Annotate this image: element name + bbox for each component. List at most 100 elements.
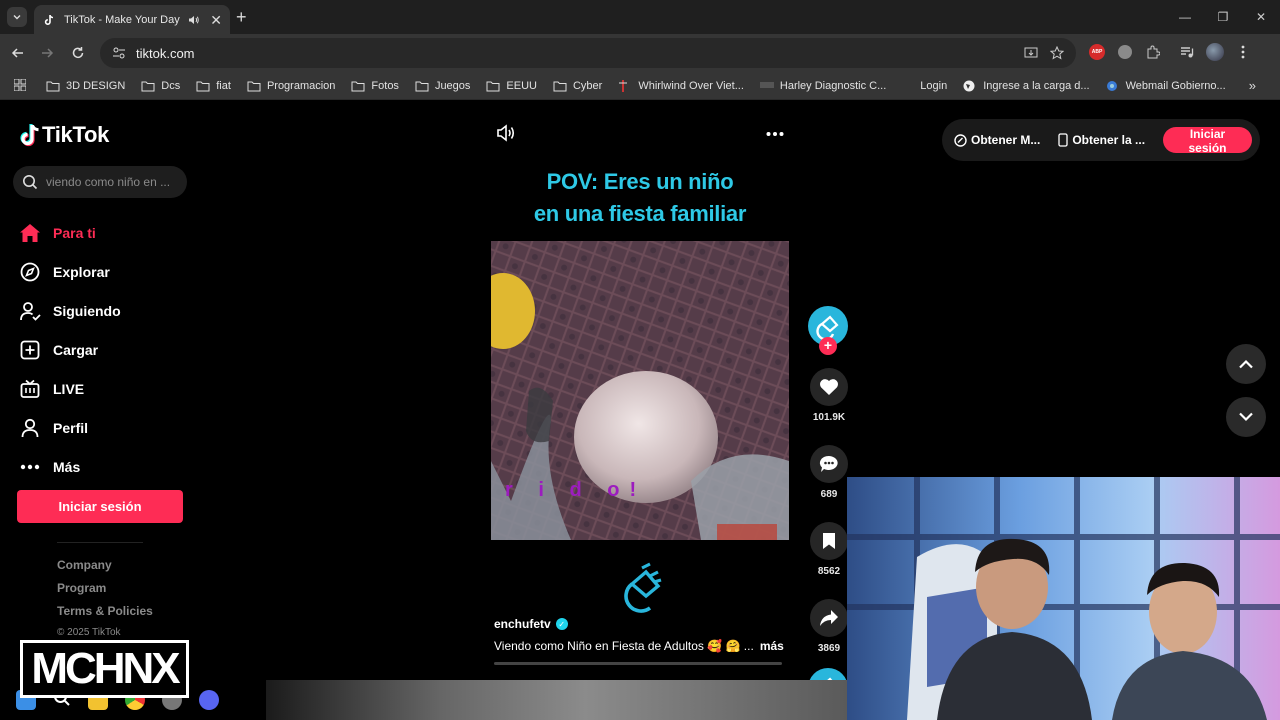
adblock-extension-icon[interactable]: ABP (1088, 43, 1106, 61)
video-player[interactable]: POV: Eres un niño en una fiesta familiar (490, 100, 790, 670)
sidebar-item-cargar[interactable]: Cargar (18, 330, 188, 369)
tab-close-icon[interactable]: ✕ (210, 13, 222, 27)
sidebar-item-mas[interactable]: Más (18, 447, 188, 486)
get-app-button[interactable]: Obtener la ... (1058, 133, 1145, 147)
share-action[interactable]: 3869 (808, 599, 850, 654)
video-options-icon[interactable] (766, 124, 784, 147)
footer-copyright: © 2025 TikTok (57, 627, 121, 638)
bookmark-link[interactable]: Webmail Gobierno... (1106, 80, 1226, 92)
bookmark-link[interactable]: Ingrese a la carga d... (963, 80, 1090, 92)
sidebar-item-siguiendo[interactable]: Siguiendo (18, 291, 188, 330)
address-bar[interactable]: tiktok.com (100, 38, 1076, 68)
bookmark-star-icon[interactable] (1049, 45, 1065, 65)
bookmark-folder[interactable]: fiat (196, 80, 231, 92)
footer-link-program[interactable]: Program (57, 581, 153, 604)
browser-menu-icon[interactable] (1234, 43, 1252, 61)
sidebar-item-para-ti[interactable]: Para ti (18, 213, 188, 252)
blurred-background (266, 680, 847, 720)
previous-video-button[interactable] (1226, 344, 1266, 384)
compass-icon (18, 260, 42, 284)
chevron-down-icon (1239, 412, 1253, 422)
sidebar-footer: Company Program Terms & Policies © 2025 … (57, 558, 153, 638)
next-video-button[interactable] (1226, 397, 1266, 437)
heart-icon (810, 368, 848, 406)
new-tab-button[interactable]: + (236, 8, 247, 26)
top-right-bar: Obtener M... Obtener la ... Iniciar sesi… (942, 119, 1260, 161)
bookmark-favicon-icon (1106, 80, 1120, 92)
creator-name[interactable]: enchufetv ✓ (494, 617, 568, 631)
search-box[interactable] (13, 166, 187, 198)
bookmark-folder[interactable]: 3D DESIGN (46, 80, 125, 92)
restore-button[interactable]: ❐ (1204, 0, 1242, 34)
like-action[interactable]: 101.9K (808, 368, 850, 423)
video-description: Viendo como Niño en Fiesta de Adultos 🥰 … (494, 639, 784, 653)
chevron-up-icon (1239, 359, 1253, 369)
media-controls-icon[interactable] (1178, 43, 1196, 61)
profile-avatar[interactable] (1206, 43, 1224, 61)
bookmark-link[interactable]: Whirlwind Over Viet... (618, 79, 744, 92)
browser-tab[interactable]: TikTok - Make Your Day ✕ (34, 5, 230, 34)
volume-icon[interactable] (496, 124, 516, 147)
bookmark-folder[interactable]: Juegos (415, 80, 470, 92)
tiktok-note-icon (20, 124, 39, 147)
folder-icon (46, 80, 60, 92)
search-input[interactable] (46, 175, 176, 189)
comment-action[interactable]: 689 (808, 445, 850, 500)
back-button[interactable] (8, 43, 28, 63)
stream-watermark-logo: MCHNX (20, 640, 189, 698)
sidebar-item-perfil[interactable]: Perfil (18, 408, 188, 447)
globe-icon (963, 80, 977, 92)
forward-button[interactable] (37, 43, 57, 63)
folder-icon (196, 80, 210, 92)
bookmark-folder[interactable]: Cyber (553, 80, 602, 92)
window-controls: — ❐ ✕ (1166, 0, 1280, 34)
footer-link-terms[interactable]: Terms & Policies (57, 604, 153, 627)
get-coins-button[interactable]: Obtener M... (954, 133, 1040, 147)
bookmark-favicon-icon (759, 80, 774, 92)
footer-divider (57, 542, 143, 543)
tiktok-logo[interactable]: TikTok (20, 122, 109, 148)
more-link[interactable]: más (760, 639, 784, 653)
sidebar-login-button[interactable]: Iniciar sesión (17, 490, 183, 523)
video-progress-bar[interactable] (494, 662, 782, 665)
folder-icon (415, 80, 429, 92)
site-settings-icon[interactable] (112, 46, 126, 60)
video-frame[interactable]: r i d o! (491, 241, 789, 540)
extension-icon[interactable] (1116, 43, 1134, 61)
footer-link-company[interactable]: Company (57, 558, 153, 581)
folder-icon (553, 80, 567, 92)
bookmark-folder[interactable]: Programacion (247, 80, 335, 92)
bookmark-link[interactable]: Login (920, 80, 947, 92)
sidebar-item-live[interactable]: LIVE (18, 369, 188, 408)
creator-avatar[interactable]: + (808, 306, 848, 355)
phone-icon (1058, 133, 1068, 147)
webcam-image (847, 477, 1280, 720)
arrow-right-icon (42, 48, 54, 58)
bookmark-folder[interactable]: EEUU (486, 80, 537, 92)
verified-badge-icon: ✓ (555, 618, 568, 630)
tab-audio-icon[interactable] (188, 14, 200, 26)
apps-grid-icon[interactable] (14, 78, 28, 93)
extension-icons: ABP (1088, 43, 1252, 61)
following-icon (18, 299, 42, 323)
coin-icon (954, 133, 967, 147)
bookmark-folder[interactable]: Fotos (351, 80, 399, 92)
puzzle-icon[interactable] (1144, 43, 1162, 61)
bookmarks-overflow-icon[interactable]: » (1249, 78, 1256, 93)
browser-toolbar: tiktok.com ABP (0, 34, 1280, 72)
more-icon (18, 455, 42, 479)
video-overlay-text: r i d o! (505, 479, 647, 501)
header-login-button[interactable]: Iniciar sesión (1163, 127, 1252, 155)
tab-search-button[interactable] (7, 7, 27, 27)
discord-icon[interactable] (199, 690, 219, 710)
install-app-icon[interactable] (1024, 46, 1038, 65)
sidebar-item-explorar[interactable]: Explorar (18, 252, 188, 291)
close-window-button[interactable]: ✕ (1242, 0, 1280, 34)
follow-button[interactable]: + (819, 337, 837, 355)
bookmark-link[interactable]: Harley Diagnostic C... (759, 80, 886, 92)
reload-icon (72, 47, 84, 59)
reload-button[interactable] (68, 43, 88, 63)
save-action[interactable]: 8562 (808, 522, 850, 577)
bookmark-folder[interactable]: Dcs (141, 80, 180, 92)
minimize-button[interactable]: — (1166, 0, 1204, 34)
